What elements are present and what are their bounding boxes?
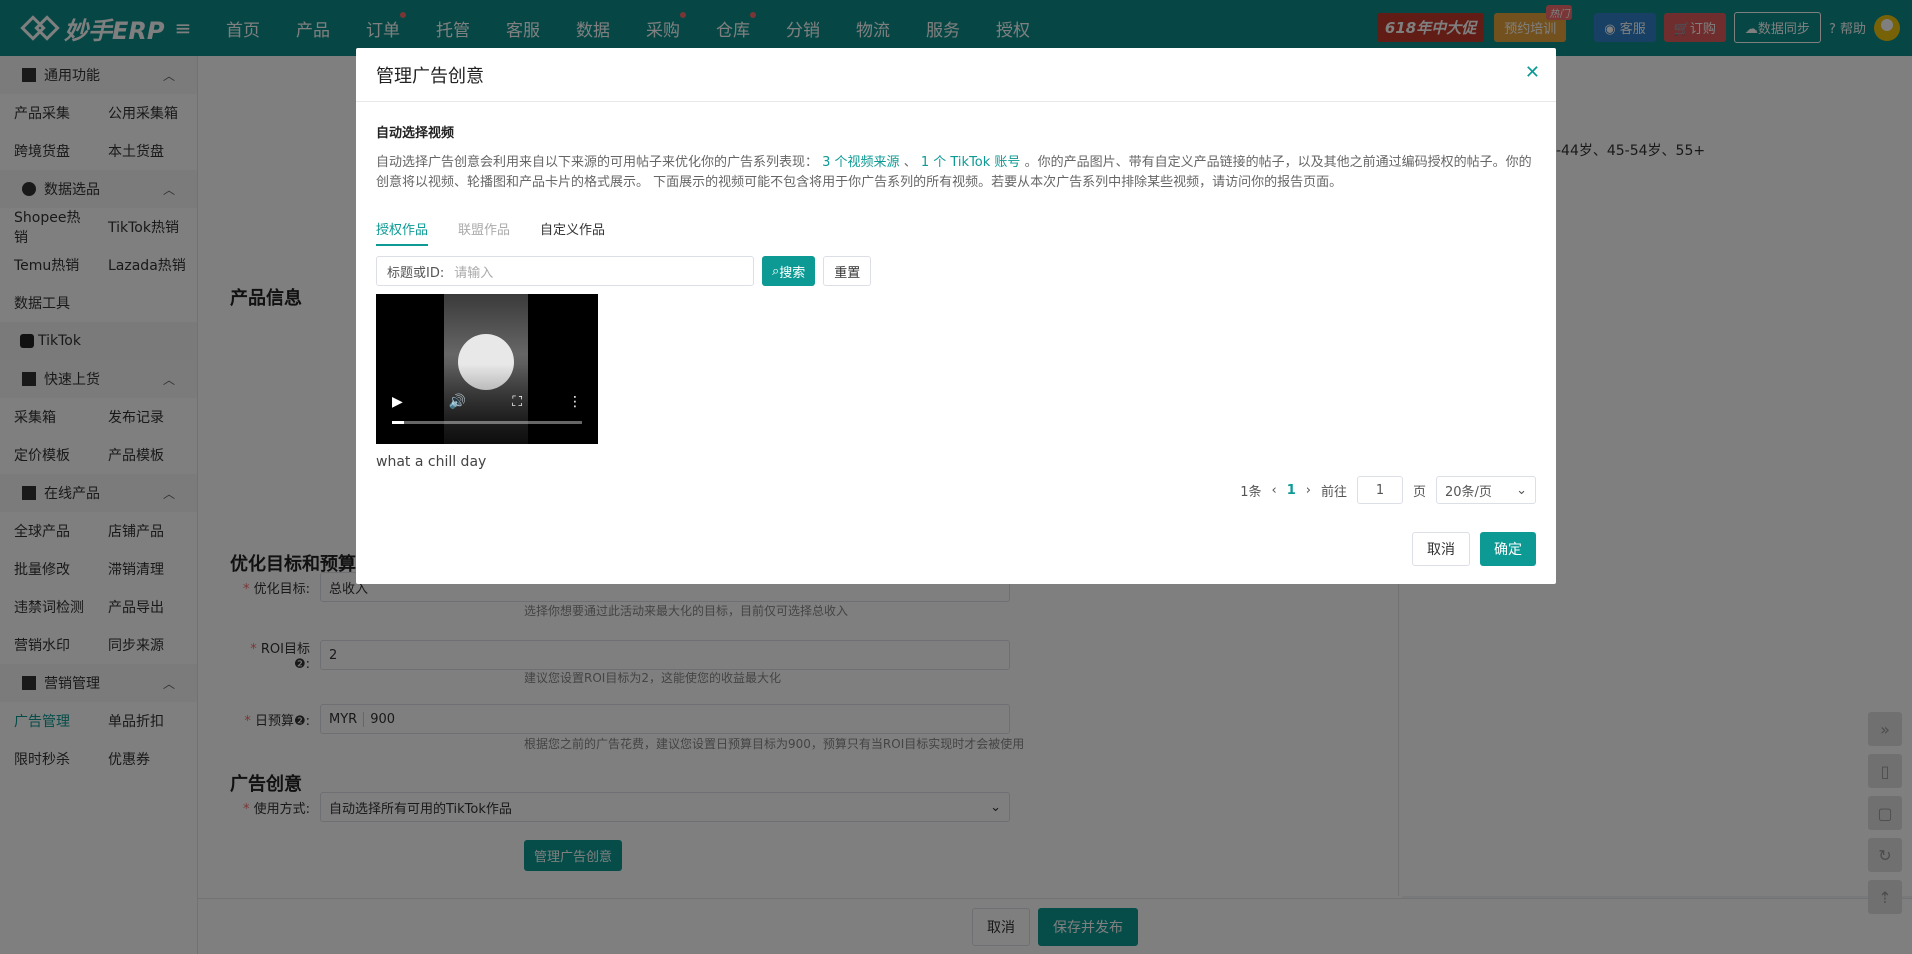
modal-description: 自动选择广告创意会利用来自以下来源的可用帖子来优化你的广告系列表现： 3 个视频…: [376, 153, 1536, 193]
page-unit: 页: [1412, 484, 1426, 500]
next-page-icon[interactable]: ›: [1306, 483, 1311, 498]
page-size-select[interactable]: 20条/页 ⌄: [1436, 476, 1536, 504]
goto-input[interactable]: 1: [1356, 476, 1403, 504]
modal-header: 管理广告创意 ✕: [356, 48, 1556, 102]
play-icon[interactable]: ▶: [392, 394, 403, 410]
video-source-link[interactable]: 3 个视频来源: [822, 155, 899, 170]
search-label-text: 搜索: [779, 265, 806, 281]
search-button[interactable]: ⌕ 搜索: [762, 256, 816, 286]
modal-footer: 取消 确定: [1412, 532, 1536, 566]
search-placeholder: 请输入: [454, 265, 494, 281]
search-input[interactable]: 标题或ID: 请输入: [376, 256, 754, 286]
video-progress[interactable]: [392, 421, 582, 424]
page-size-value: 20条/页: [1445, 484, 1492, 500]
chevron-down-icon: ⌄: [1516, 482, 1527, 498]
video-controls: ▶ 🔊 ⛶ ⋮: [376, 394, 598, 410]
close-icon[interactable]: ✕: [1525, 62, 1540, 83]
desc-pre: 自动选择广告创意会利用来自以下来源的可用帖子来优化你的广告系列表现：: [376, 155, 819, 170]
tiktok-account-link[interactable]: 1 个 TikTok 账号: [921, 155, 1021, 170]
video-title: what a chill day: [376, 454, 487, 470]
goto-label: 前往: [1320, 484, 1347, 500]
search-icon: ⌕: [772, 263, 780, 279]
fullscreen-icon[interactable]: ⛶: [512, 394, 522, 410]
desc-sep: 、: [903, 155, 917, 170]
modal-body: 自动选择视频 自动选择广告创意会利用来自以下来源的可用帖子来优化你的广告系列表现…: [356, 102, 1556, 470]
pagination: 1条 ‹ 1 › 前往 1 页 20条/页 ⌄: [1240, 476, 1536, 504]
modal-confirm-button[interactable]: 确定: [1480, 532, 1536, 566]
volume-icon[interactable]: 🔊: [449, 394, 466, 410]
search-label: 标题或ID:: [387, 265, 445, 281]
tab-authorized[interactable]: 授权作品: [376, 219, 429, 246]
creative-tabs: 授权作品 联盟作品 自定义作品: [376, 219, 1536, 246]
more-icon[interactable]: ⋮: [568, 394, 582, 410]
modal-title: 管理广告创意: [376, 65, 484, 87]
total-count: 1条: [1240, 484, 1262, 500]
modal-cancel-button[interactable]: 取消: [1412, 532, 1470, 566]
prev-page-icon[interactable]: ‹: [1272, 483, 1277, 498]
current-page[interactable]: 1: [1287, 483, 1296, 498]
tab-custom[interactable]: 自定义作品: [540, 219, 605, 246]
video-player[interactable]: ▶ 🔊 ⛶ ⋮: [376, 294, 598, 444]
search-bar: 标题或ID: 请输入 ⌕ 搜索 重置: [376, 256, 1536, 286]
reset-button[interactable]: 重置: [823, 256, 872, 286]
manage-creative-modal: 管理广告创意 ✕ 自动选择视频 自动选择广告创意会利用来自以下来源的可用帖子来优…: [356, 48, 1556, 584]
tab-affiliate[interactable]: 联盟作品: [458, 219, 510, 246]
modal-subtitle: 自动选择视频: [376, 126, 455, 141]
